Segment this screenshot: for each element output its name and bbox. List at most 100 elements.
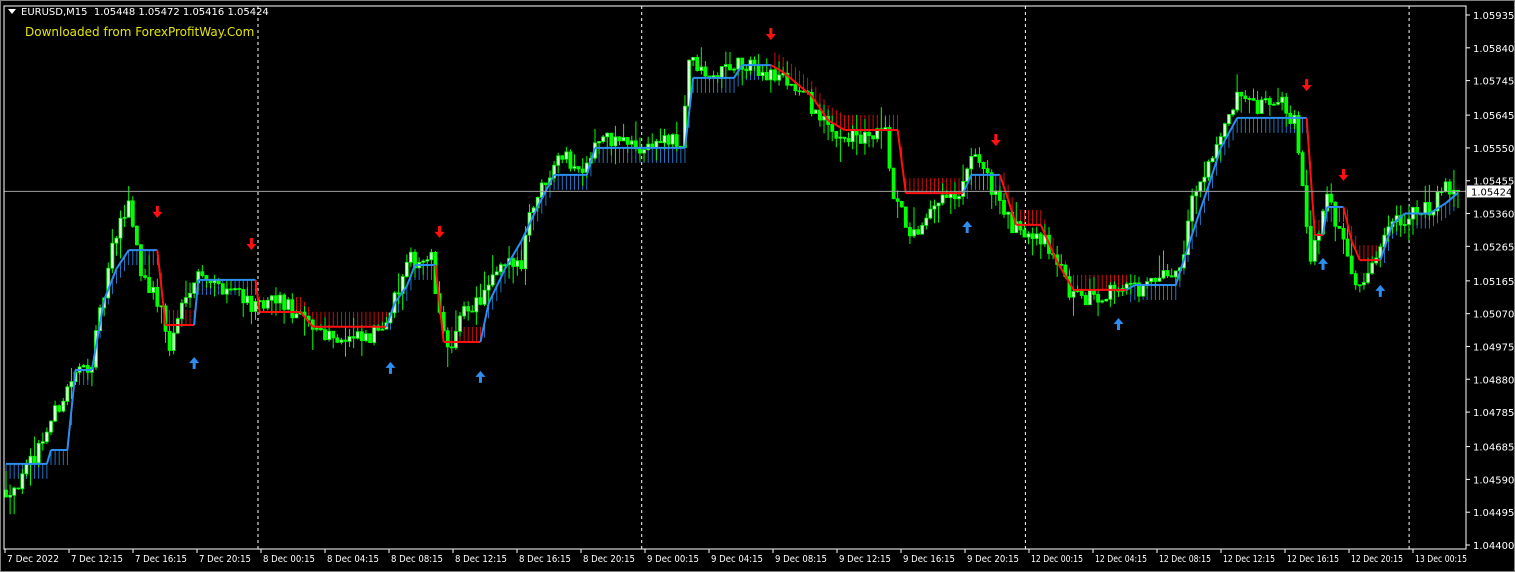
bull-candle bbox=[8, 494, 12, 498]
y-axis-label: 1.04685 bbox=[1473, 443, 1514, 454]
bull-candle bbox=[597, 141, 601, 144]
bear-candle bbox=[1333, 201, 1338, 227]
y-axis-label: 1.05070 bbox=[1473, 310, 1514, 321]
bull-candle bbox=[1276, 102, 1280, 105]
bear-candle bbox=[323, 329, 327, 340]
bull-candle bbox=[179, 302, 184, 320]
bull-candle bbox=[1443, 181, 1448, 193]
price-chart[interactable]: 1.05935 1.05840 1.05745 1.05645 1.05550 1.054… bbox=[0, 0, 1515, 572]
bear-candle bbox=[1038, 233, 1043, 245]
bear-candle bbox=[944, 194, 949, 198]
bear-candle bbox=[1251, 98, 1256, 101]
bear-candle bbox=[903, 206, 908, 228]
bull-candle bbox=[171, 332, 176, 351]
bull-candle bbox=[1071, 291, 1076, 298]
dropdown-triangle-icon[interactable] bbox=[8, 9, 16, 14]
bull-candle bbox=[932, 205, 937, 210]
bull-candle bbox=[699, 66, 704, 71]
bull-candle bbox=[1366, 272, 1370, 283]
bull-candle bbox=[1108, 284, 1113, 300]
bear-candle bbox=[241, 289, 246, 304]
bear-candle bbox=[1357, 284, 1362, 287]
bull-candle bbox=[601, 136, 606, 142]
bull-candle bbox=[1206, 161, 1211, 178]
bear-candle bbox=[981, 162, 986, 170]
bull-candle bbox=[670, 134, 675, 145]
bear-candle bbox=[1243, 95, 1248, 100]
bear-candle bbox=[478, 297, 483, 305]
x-axis-label: 7 Dec 12:15 bbox=[71, 554, 123, 565]
bull-candle bbox=[184, 297, 188, 304]
bull-candle bbox=[711, 75, 716, 78]
bear-candle bbox=[351, 336, 356, 339]
bear-candle bbox=[658, 140, 663, 144]
bear-candle bbox=[1329, 193, 1334, 203]
bear-candle bbox=[985, 168, 990, 174]
bull-candle bbox=[1370, 262, 1375, 274]
chart-header: EURUSD,M15 1.05448 1.05472 1.05416 1.054… bbox=[8, 7, 269, 18]
bear-candle bbox=[143, 275, 147, 278]
bull-candle bbox=[151, 286, 156, 293]
bull-candle bbox=[1235, 91, 1240, 111]
bear-candle bbox=[895, 198, 900, 202]
bear-candle bbox=[1239, 91, 1244, 97]
bear-candle bbox=[237, 288, 242, 290]
bull-candle bbox=[1132, 282, 1137, 285]
bull-candle bbox=[499, 264, 503, 273]
bear-candle bbox=[744, 68, 749, 71]
bull-candle bbox=[1272, 103, 1276, 106]
y-axis-label: 1.04975 bbox=[1473, 342, 1514, 353]
bull-candle bbox=[294, 313, 299, 319]
bull-candle bbox=[732, 68, 736, 71]
y-axis-label: 1.05840 bbox=[1473, 44, 1514, 55]
bear-candle bbox=[1079, 290, 1084, 296]
bull-candle bbox=[224, 288, 229, 295]
bear-candle bbox=[220, 283, 225, 295]
bear-candle bbox=[568, 151, 573, 169]
bull-candle bbox=[1026, 233, 1031, 238]
x-axis-label: 12 Dec 08:15 bbox=[1159, 554, 1211, 565]
bear-candle bbox=[147, 277, 152, 293]
bear-candle bbox=[842, 136, 847, 139]
bull-candle bbox=[1280, 96, 1285, 103]
bear-candle bbox=[1022, 229, 1027, 238]
bear-candle bbox=[470, 310, 475, 313]
bear-candle bbox=[998, 190, 1002, 201]
bull-candle bbox=[1149, 277, 1154, 283]
bear-candle bbox=[32, 455, 37, 464]
bear-candle bbox=[445, 330, 450, 348]
bear-candle bbox=[1112, 284, 1117, 290]
bull-candle bbox=[642, 149, 646, 154]
bull-candle bbox=[253, 301, 258, 312]
x-axis-label: 12 Dec 20:15 bbox=[1351, 554, 1403, 565]
bull-candle bbox=[564, 151, 569, 160]
x-axis-label: 9 Dec 08:15 bbox=[775, 554, 827, 565]
y-axis-label: 1.05935 bbox=[1473, 11, 1514, 22]
bear-candle bbox=[1341, 227, 1346, 240]
bull-candle bbox=[1202, 176, 1207, 183]
bear-candle bbox=[274, 295, 278, 304]
bull-candle bbox=[192, 282, 197, 294]
y-axis-label: 1.05165 bbox=[1473, 277, 1514, 288]
bear-candle bbox=[891, 167, 896, 200]
bull-candle bbox=[269, 295, 274, 301]
x-axis-label: 9 Dec 12:15 bbox=[839, 554, 891, 565]
bull-candle bbox=[49, 420, 53, 433]
bear-candle bbox=[638, 148, 642, 154]
bear-candle bbox=[1284, 96, 1289, 114]
watermark-text: Downloaded from ForexProfitWay.Com bbox=[25, 25, 255, 39]
bear-candle bbox=[887, 127, 892, 169]
bull-candle bbox=[1157, 277, 1162, 282]
x-axis-label: 8 Dec 12:15 bbox=[455, 554, 507, 565]
bear-candle bbox=[130, 200, 135, 227]
bear-candle bbox=[368, 333, 372, 343]
bull-candle bbox=[233, 288, 237, 291]
bull-candle bbox=[188, 293, 192, 298]
bear-candle bbox=[908, 226, 912, 237]
bear-candle bbox=[396, 292, 401, 295]
y-axis-label: 1.04495 bbox=[1473, 508, 1514, 519]
ohlc-values: 1.05448 1.05472 1.05416 1.05424 bbox=[93, 7, 269, 18]
bull-candle bbox=[486, 284, 491, 291]
bear-candle bbox=[134, 225, 139, 246]
bull-candle bbox=[380, 328, 385, 331]
